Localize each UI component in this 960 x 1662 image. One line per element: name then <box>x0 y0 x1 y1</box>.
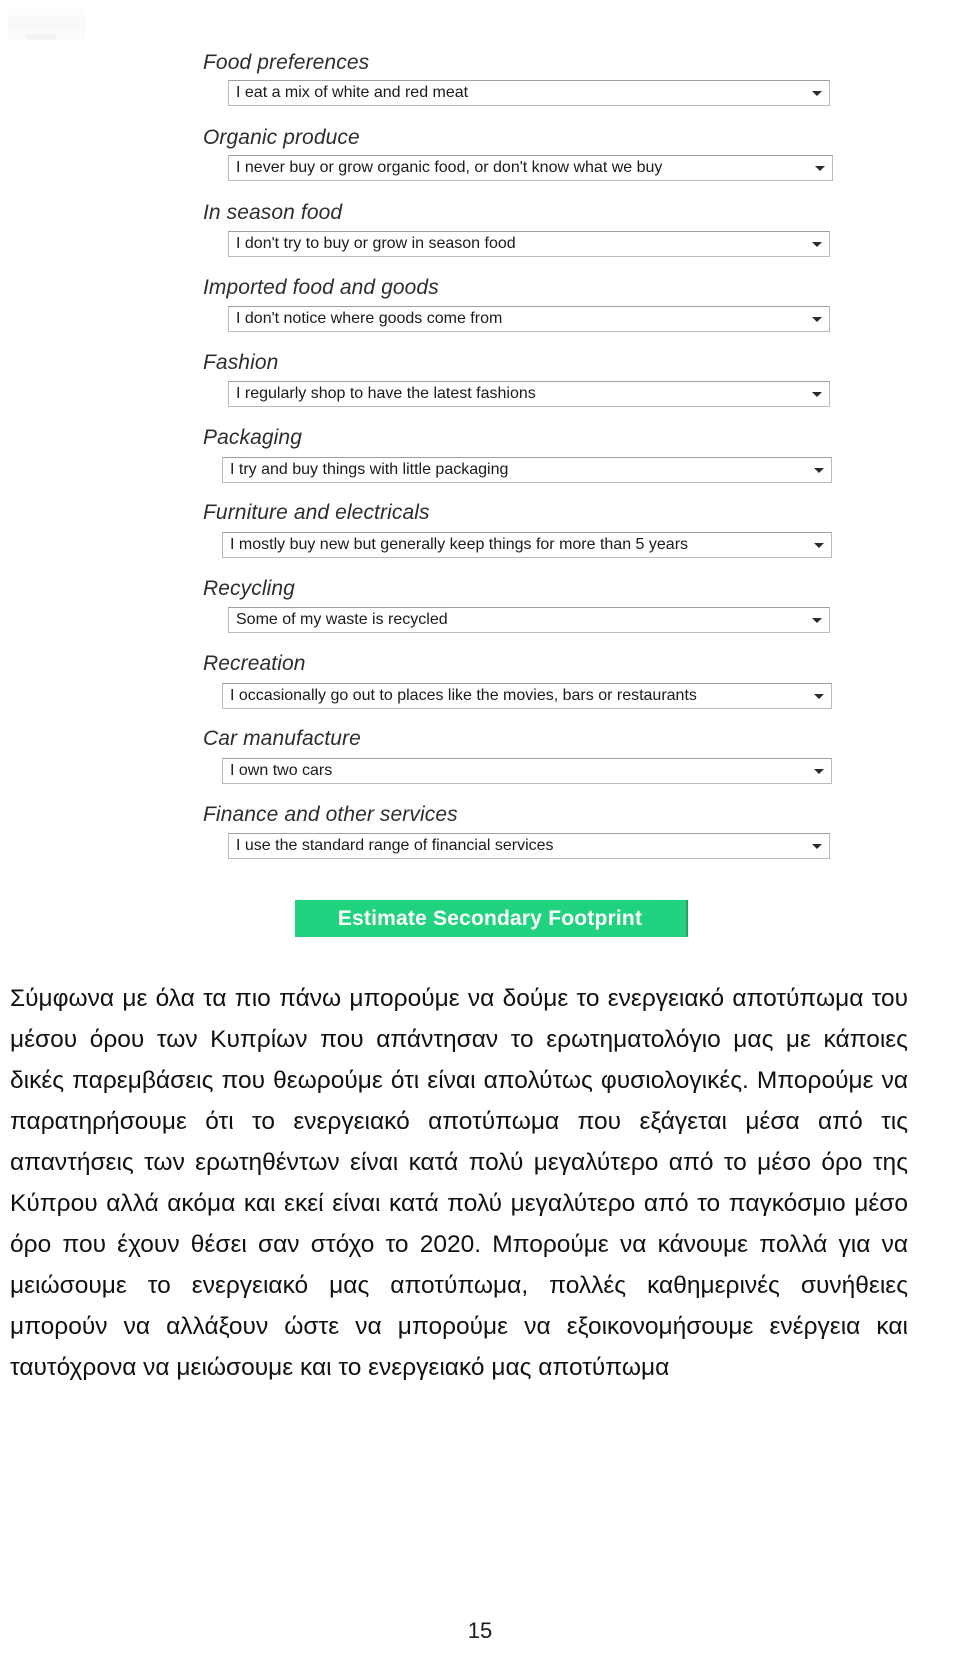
dropdown-selected-value: I try and buy things with little packagi… <box>230 462 509 478</box>
field-label: Car manufacture <box>203 727 361 750</box>
chevron-down-icon[interactable] <box>806 383 828 405</box>
dropdown-select[interactable]: I try and buy things with little packagi… <box>222 457 832 483</box>
dropdown-select[interactable]: I don't notice where goods come from <box>228 306 830 332</box>
secondary-footprint-calculator: Food preferences I eat a mix of white and… <box>0 38 960 943</box>
dropdown-selected-value: I eat a mix of white and red meat <box>236 85 469 101</box>
page-number: 15 <box>467 1618 493 1643</box>
dropdown-select[interactable]: I own two cars <box>222 758 832 784</box>
chevron-down-icon[interactable] <box>809 157 831 179</box>
field-label: Fashion <box>203 351 279 374</box>
body-paragraph: Σύμφωνα με όλα τα πιο πάνω μπορούμε να δ… <box>10 985 908 1381</box>
chevron-down-glyph <box>814 542 824 548</box>
dropdown-select[interactable]: I never buy or grow organic food, or don… <box>228 155 833 181</box>
field-label: In season food <box>203 201 343 224</box>
field-label: Food preferences <box>203 51 370 74</box>
chevron-down-glyph <box>812 843 822 849</box>
dropdown-select[interactable]: Some of my waste is recycled <box>228 607 830 633</box>
dropdown-selected-value: I don't try to buy or grow in season foo… <box>236 236 516 252</box>
chevron-down-icon[interactable] <box>808 534 830 556</box>
dropdown-selected-value: I mostly buy new but generally keep thin… <box>230 537 689 553</box>
chevron-down-icon[interactable] <box>808 459 830 481</box>
field-label: Imported food and goods <box>203 276 439 299</box>
dropdown-select[interactable]: I occasionally go out to places like the… <box>222 683 832 709</box>
chevron-down-glyph <box>812 90 822 96</box>
dropdown-selected-value: I never buy or grow organic food, or don… <box>236 160 663 176</box>
submit-button-row: Estimate Secondary Footprint <box>0 900 960 937</box>
field-label: Recreation <box>203 652 306 675</box>
dropdown-selected-value: I use the standard range of financial se… <box>236 838 554 854</box>
dropdown-selected-value: Some of my waste is recycled <box>236 612 448 628</box>
dropdown-select[interactable]: I eat a mix of white and red meat <box>228 80 830 106</box>
chevron-down-icon[interactable] <box>808 685 830 707</box>
dropdown-selected-value: I don't notice where goods come from <box>236 311 503 327</box>
dropdown-select[interactable]: I mostly buy new but generally keep thin… <box>222 532 832 558</box>
chevron-down-glyph <box>812 391 822 397</box>
body-paragraph-block: Σύμφωνα με όλα τα πιο πάνω μπορούμε να δ… <box>10 978 908 1388</box>
field-label: Organic produce <box>203 126 360 149</box>
chevron-down-icon[interactable] <box>806 82 828 104</box>
chevron-down-icon[interactable] <box>806 308 828 330</box>
dropdown-select[interactable]: I use the standard range of financial se… <box>228 833 830 859</box>
chevron-down-icon[interactable] <box>806 233 828 255</box>
dropdown-selected-value: I own two cars <box>230 763 333 779</box>
field-label: Recycling <box>203 577 295 600</box>
field-label: Packaging <box>203 426 302 449</box>
estimate-secondary-footprint-button[interactable]: Estimate Secondary Footprint <box>294 900 688 937</box>
field-label: Furniture and electricals <box>203 501 430 524</box>
chevron-down-icon[interactable] <box>806 609 828 631</box>
chevron-down-glyph <box>814 467 824 473</box>
chevron-down-glyph <box>812 241 822 247</box>
chevron-down-glyph <box>815 165 825 171</box>
chevron-down-icon[interactable] <box>808 760 830 782</box>
dropdown-selected-value: I occasionally go out to places like the… <box>230 688 697 704</box>
chevron-down-glyph <box>814 768 824 774</box>
dropdown-selected-value: I regularly shop to have the latest fash… <box>236 386 536 402</box>
dropdown-select[interactable]: I regularly shop to have the latest fash… <box>228 381 830 407</box>
field-label: Finance and other services <box>203 803 458 826</box>
chevron-down-glyph <box>814 693 824 699</box>
chevron-down-glyph <box>812 316 822 322</box>
dropdown-select[interactable]: I don't try to buy or grow in season foo… <box>228 231 830 257</box>
chevron-down-glyph <box>812 617 822 623</box>
chevron-down-icon[interactable] <box>806 835 828 857</box>
